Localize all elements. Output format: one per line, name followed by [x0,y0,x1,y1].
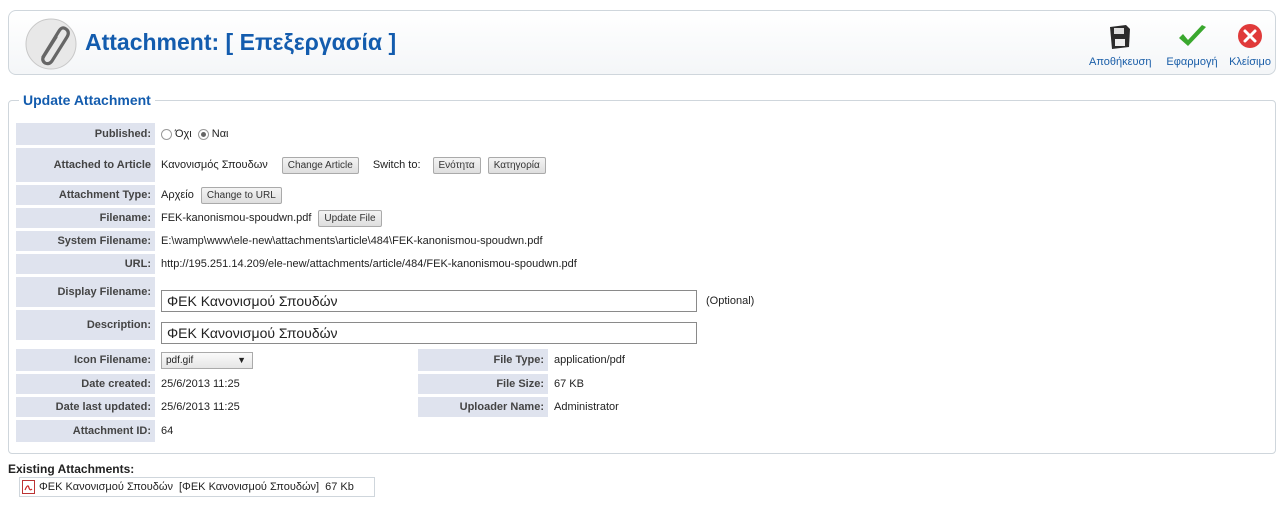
icon-filename-label: Icon Filename: [16,349,155,371]
attachment-type-label: Attachment Type: [16,185,155,205]
icon-filename-row: pdf.gif ▼ [161,349,253,371]
display-filename-label: Display Filename: [16,277,155,307]
existing-attachments-title: Existing Attachments: [8,462,135,476]
date-updated-label: Date last updated: [16,397,155,417]
pdf-icon [22,480,35,494]
dropdown-arrow-icon: ▼ [237,354,246,365]
fieldset-legend: Update Attachment [19,92,155,108]
url-value: http://195.251.14.209/ele-new/attachment… [161,258,577,270]
update-file-button[interactable]: Update File [318,209,382,227]
published-no-label: Όχι [175,128,192,140]
attached-to-label: Attached to Article [16,148,155,182]
close-button[interactable]: Κλείσιμο [1225,21,1275,68]
system-filename-label: System Filename: [16,231,155,251]
attachment-id-label: Attachment ID: [16,420,155,442]
floppy-disk-icon [1110,25,1130,49]
display-filename-input[interactable] [161,290,697,312]
apply-button[interactable]: Εφαρμογή [1163,21,1221,68]
date-updated-value: 25/6/2013 11:25 [161,401,240,413]
date-created-value: 25/6/2013 11:25 [161,378,240,390]
apply-label: Εφαρμογή [1166,56,1218,68]
filename-row: FEK-kanonismou-spoudwn.pdf Update File [161,208,382,228]
file-size-value: 67 KB [554,378,584,390]
icon-filename-value: pdf.gif [166,354,194,366]
attached-to-row: Κανονισμός Σπουδων Change Article Switch… [161,148,546,182]
file-type-label: File Type: [418,349,548,371]
published-label: Published: [16,123,155,145]
attached-article-name: Κανονισμός Σπουδων [161,159,268,171]
existing-item-description: [ΦΕΚ Κανονισμού Σπουδών] [179,481,320,493]
published-yes-label: Ναι [211,128,229,140]
attachment-id-value: 64 [161,425,174,437]
update-attachment-fieldset: Update Attachment Published: Όχι Ναι Att… [8,92,1276,454]
switch-to-label: Switch to: [372,159,421,171]
change-to-url-button[interactable]: Change to URL [200,186,282,204]
save-label: Αποθήκευση [1089,56,1152,68]
published-yes-radio[interactable] [197,128,209,140]
filename-label: Filename: [16,208,155,228]
attachment-type-value: Αρχείο [161,189,194,201]
file-size-label: File Size: [418,374,548,394]
paperclip-icon [25,18,77,70]
date-created-label: Date created: [16,374,155,394]
existing-attachment-item[interactable]: ΦΕΚ Κανονισμού Σπουδών [ΦΕΚ Κανονισμού Σ… [19,477,375,497]
existing-item-name: ΦΕΚ Κανονισμού Σπουδών [39,481,173,493]
url-label: URL: [16,254,155,274]
published-radios: Όχι Ναι [159,123,229,145]
close-icon [1238,24,1262,48]
icon-filename-select[interactable]: pdf.gif ▼ [161,351,253,369]
uploader-value: Administrator [554,401,619,413]
close-label: Κλείσιμο [1229,56,1271,68]
switch-section-button[interactable]: Ενότητα [432,156,481,174]
toolbar-header: Attachment: [ Επεξεργασία ] Αποθήκευση Ε… [8,10,1276,75]
filename-value: FEK-kanonismou-spoudwn.pdf [161,212,312,224]
description-input[interactable] [161,322,697,344]
uploader-label: Uploader Name: [418,397,548,417]
optional-hint: (Optional) [706,295,755,307]
attachment-type-row: Αρχείο Change to URL [161,185,282,205]
switch-category-button[interactable]: Κατηγορία [487,156,546,174]
change-article-button[interactable]: Change Article [281,156,359,174]
system-filename-value: E:\wamp\www\ele-new\attachments\article\… [161,235,543,247]
description-label: Description: [16,310,155,340]
page-title: Attachment: [ Επεξεργασία ] [85,29,397,55]
file-type-value: application/pdf [554,354,625,366]
existing-item-size: 67 Kb [325,481,354,493]
checkmark-icon [1179,25,1206,46]
published-no-radio[interactable] [161,128,172,140]
save-button[interactable]: Αποθήκευση [1089,21,1152,68]
